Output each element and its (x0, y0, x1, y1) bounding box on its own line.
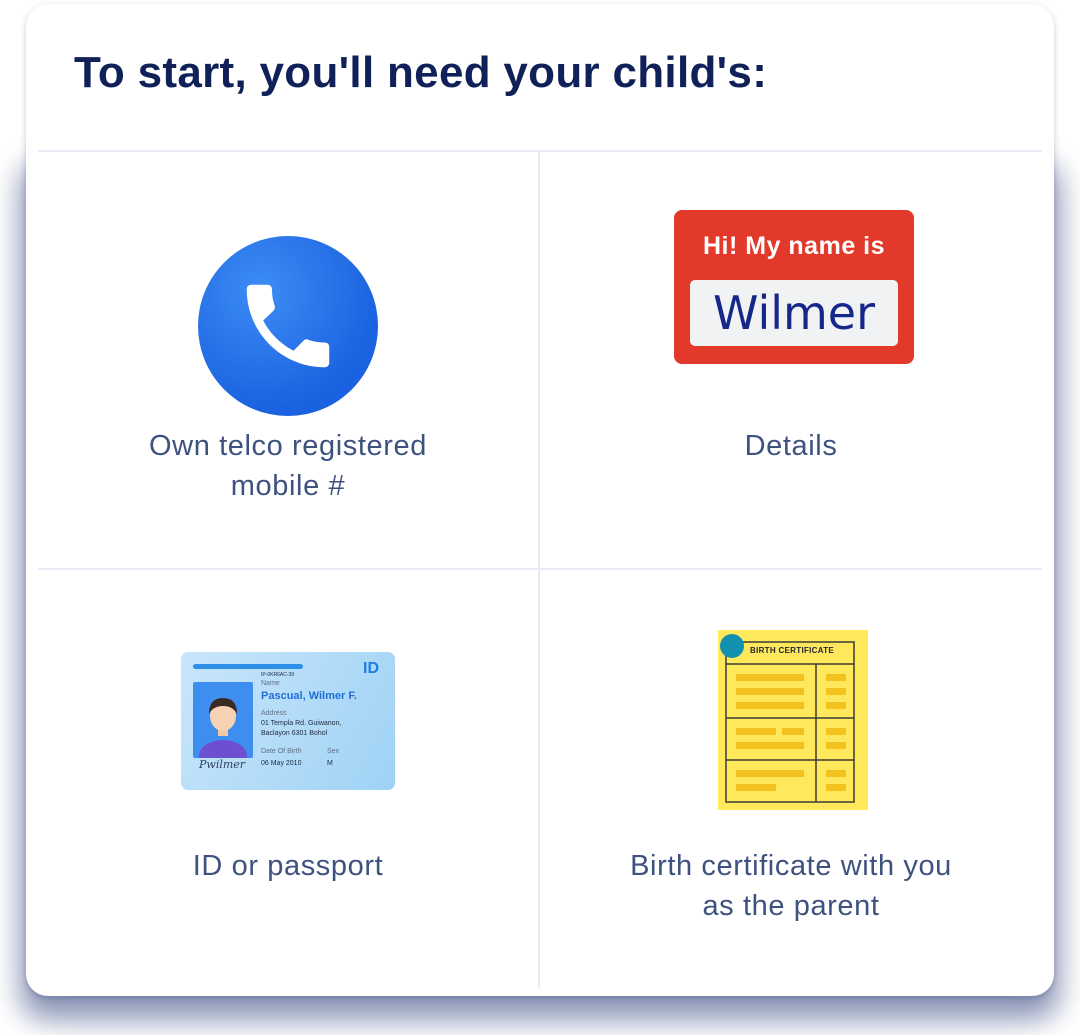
card-heading: To start, you'll need your child's: (74, 48, 768, 97)
id-dob-value: 06 May 2010 (261, 760, 302, 767)
id-photo (193, 682, 253, 758)
label-line: mobile # (230, 470, 346, 502)
label-line: Birth certificate with you (630, 850, 952, 882)
id-signature: Pwilmer (199, 758, 246, 771)
label-line: ID or passport (192, 850, 384, 882)
requirement-label: ID or passport (38, 846, 538, 886)
birth-certificate-icon: BIRTH CERTIFICATE (718, 630, 868, 810)
id-card-number: IP-0KR6AC-39 (261, 672, 295, 678)
id-sex-label: Sex (327, 748, 340, 755)
requirements-grid: Own telco registered mobile # Hi! My nam… (38, 150, 1042, 988)
id-card-tag: ID (363, 660, 379, 677)
name-tag-greeting: Hi! My name is (702, 232, 886, 260)
label-line: Own telco registered (149, 430, 427, 462)
id-address-label: Address (261, 710, 287, 717)
name-tag-name: Wilmer (690, 280, 898, 346)
requirement-label: Own telco registered mobile # (38, 426, 538, 506)
requirement-label: Birth certificate with you as the parent (540, 846, 1042, 926)
label-line: Details (744, 430, 838, 462)
pin-icon (720, 634, 744, 658)
id-name-label: Name (261, 680, 280, 687)
requirement-label: Details (540, 426, 1042, 466)
phone-icon (198, 236, 378, 416)
id-card-bar (193, 664, 303, 669)
requirement-mobile: Own telco registered mobile # (38, 152, 540, 570)
id-address-line1: 01 Templa Rd. Guiwanon, (261, 720, 342, 727)
id-name-value: Pascual, Wilmer F. (261, 690, 357, 702)
requirement-details: Hi! My name is Wilmer Details (540, 152, 1042, 570)
requirement-id: ID IP-0KR6AC-39 Pwilmer Name Pascual, Wi… (38, 570, 540, 988)
label-line: as the parent (702, 890, 880, 922)
id-address-line2: Baclayon 6301 Bohol (261, 730, 328, 737)
id-dob-label: Date Of Birth (261, 748, 302, 755)
requirements-card: To start, you'll need your child's: Own … (26, 4, 1054, 996)
name-tag-icon: Hi! My name is Wilmer (674, 210, 914, 364)
requirement-birth-certificate: BIRTH CERTIFICATE Birth certificate with… (540, 570, 1042, 988)
certificate-title: BIRTH CERTIFICATE (750, 646, 835, 655)
id-card-icon: ID IP-0KR6AC-39 Pwilmer Name Pascual, Wi… (181, 652, 395, 790)
id-sex-value: M (327, 760, 333, 767)
